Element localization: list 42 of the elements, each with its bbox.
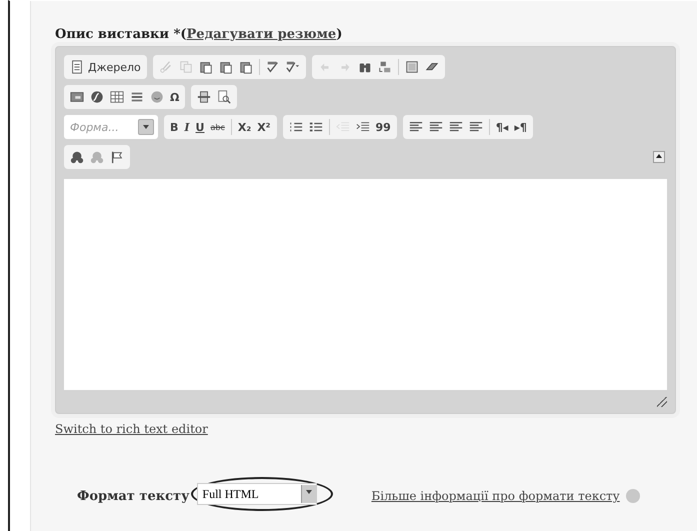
align-lines-icon[interactable]	[408, 120, 423, 134]
bullet-list-icon[interactable]	[308, 120, 322, 134]
format-button[interactable]: ¶◂	[496, 120, 508, 134]
format-button[interactable]: Ω	[170, 90, 180, 104]
format-button[interactable]: I	[184, 120, 190, 134]
clipboard-icon[interactable]	[218, 60, 233, 74]
collapse-toolbar-icon[interactable]	[653, 151, 665, 163]
format-button[interactable]: ▸¶	[514, 120, 527, 134]
format-button[interactable]: 99	[376, 120, 391, 134]
spellcheck-menu-icon[interactable]	[286, 60, 300, 74]
align-lines-icon[interactable]	[468, 120, 483, 134]
table-icon[interactable]	[110, 90, 124, 104]
maximize-icon[interactable]	[404, 60, 419, 74]
clipboard-icon[interactable]	[198, 60, 213, 74]
format-button[interactable]: U	[196, 120, 204, 134]
disc-icon[interactable]	[90, 90, 104, 104]
horizontal-rule-icon[interactable]	[130, 90, 144, 104]
magnifier-page-icon[interactable]	[217, 90, 232, 104]
indent-icon[interactable]	[356, 120, 370, 134]
document-icon	[70, 60, 84, 74]
flag-icon[interactable]	[110, 150, 124, 164]
format-label: Формат тексту	[77, 488, 190, 504]
clipboard-icon[interactable]	[238, 60, 253, 74]
format-help-link[interactable]: Більше інформації про формати тексту	[371, 489, 620, 503]
switch-editor-link[interactable]: Switch to rich text editor	[55, 422, 208, 436]
edit-summary-link[interactable]: Редагувати резюме	[186, 27, 336, 42]
format-button[interactable]: X²	[257, 120, 270, 134]
field-label-end: )	[336, 27, 342, 42]
format-button[interactable]: abc	[210, 122, 225, 132]
format-button[interactable]: X₂	[238, 120, 252, 134]
replace-icon[interactable]	[378, 60, 392, 74]
source-button[interactable]: Джерело	[88, 60, 141, 74]
format-button[interactable]: B	[170, 120, 178, 134]
field-label: Опис виставки *(	[55, 27, 187, 42]
numbered-list-icon[interactable]	[288, 120, 302, 134]
format-select[interactable]: Full HTML	[197, 483, 318, 505]
smiley-icon[interactable]	[150, 90, 164, 104]
spellcheck-icon[interactable]	[266, 60, 280, 74]
page-break-icon[interactable]	[197, 90, 212, 104]
align-lines-icon[interactable]	[448, 120, 463, 134]
align-lines-icon[interactable]	[428, 120, 443, 134]
image-icon[interactable]	[70, 90, 84, 104]
